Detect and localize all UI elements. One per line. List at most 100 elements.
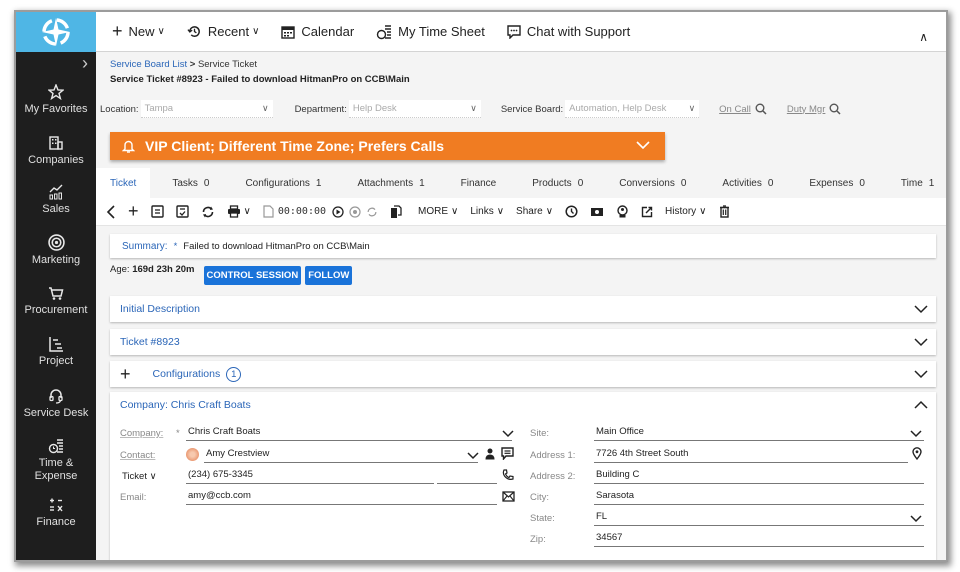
- envelope-icon[interactable]: [502, 491, 515, 502]
- sidebar-item-sales[interactable]: Sales: [16, 176, 96, 224]
- tab-label: Time: [900, 177, 923, 189]
- expense-button[interactable]: [590, 206, 604, 218]
- chevron-down-icon: ∨: [470, 103, 477, 113]
- chevron-down-icon[interactable]: [467, 452, 479, 460]
- sidebar-item-finance[interactable]: Finance: [16, 490, 96, 536]
- department-select[interactable]: Help Desk ∨: [348, 100, 481, 118]
- time-entry-icon[interactable]: [263, 205, 274, 218]
- copy-button[interactable]: [390, 204, 402, 219]
- sidebar-item-time-expense[interactable]: Time & Expense: [16, 430, 96, 490]
- email-field[interactable]: amy@ccb.com: [186, 489, 497, 505]
- history-menu-button[interactable]: History ∨: [665, 206, 706, 217]
- tab-time[interactable]: Time 1: [887, 168, 946, 198]
- sidebar-item-my-favorites[interactable]: My Favorites: [16, 74, 96, 126]
- follow-button[interactable]: FOLLOW: [305, 266, 353, 285]
- timer-start-button[interactable]: [332, 205, 344, 218]
- delete-button[interactable]: [719, 205, 730, 218]
- breadcrumb-service-board-list[interactable]: Service Board List: [110, 59, 187, 70]
- sidebar-item-label: Time & Expense: [34, 456, 78, 482]
- sidebar-item-marketing[interactable]: Marketing: [16, 224, 96, 276]
- add-configuration-icon[interactable]: +: [120, 364, 131, 385]
- sidebar-item-companies[interactable]: Companies: [16, 126, 96, 176]
- save-close-icon: [175, 205, 189, 218]
- sidebar-expand-button[interactable]: ›: [16, 52, 96, 74]
- chevron-down-icon[interactable]: [502, 430, 514, 438]
- configurations-panel-header[interactable]: + Configurations 1: [110, 361, 936, 387]
- ticket-panel-header[interactable]: Ticket #8923: [110, 329, 936, 355]
- chevron-down-icon: ∨: [545, 206, 554, 217]
- tab-conversions[interactable]: Conversions 0: [605, 168, 700, 198]
- tab-attachments[interactable]: Attachments 1: [343, 168, 438, 198]
- save-and-close-button[interactable]: [175, 205, 189, 218]
- schedule-button[interactable]: [565, 205, 578, 218]
- tab-products[interactable]: Products 0: [518, 168, 597, 198]
- summary-field[interactable]: Summary: * Failed to download HitmanPro …: [110, 234, 936, 258]
- back-button[interactable]: [106, 204, 116, 219]
- timer-reset-button[interactable]: [366, 206, 378, 218]
- tab-tasks[interactable]: Tasks 0: [158, 168, 223, 198]
- save-button[interactable]: [150, 205, 164, 218]
- company-panel-header[interactable]: Company: Chris Craft Boats: [110, 392, 936, 418]
- tab-label: Finance: [460, 177, 497, 189]
- person-icon[interactable]: [485, 448, 495, 460]
- contact-select[interactable]: Amy Crestview: [204, 447, 478, 463]
- tab-configurations[interactable]: Configurations 1: [231, 168, 335, 198]
- address1-field[interactable]: 7726 4th Street South: [594, 447, 908, 463]
- open-new-window-button[interactable]: [641, 206, 653, 218]
- location-select[interactable]: Tampa ∨: [140, 100, 273, 118]
- initial-description-header[interactable]: Initial Description: [110, 296, 936, 322]
- on-call-link[interactable]: On Call: [719, 103, 767, 115]
- city-field[interactable]: Sarasota: [594, 489, 924, 505]
- summary-label: Summary:: [122, 240, 168, 252]
- company-select[interactable]: Chris Craft Boats: [186, 425, 512, 441]
- recent-menu-button[interactable]: Recent ∨: [187, 24, 259, 39]
- ticket-age: Age: 169d 23h 20m CONTROL SESSION FOLLOW: [110, 264, 353, 285]
- plus-icon: +: [112, 21, 123, 41]
- refresh-button[interactable]: [201, 205, 215, 219]
- calculator-icon: [50, 498, 63, 512]
- duty-mgr-link[interactable]: Duty Mgr: [787, 103, 842, 115]
- chart-icon: [49, 184, 63, 200]
- tab-ticket[interactable]: Ticket: [96, 168, 151, 198]
- collapse-header-icon[interactable]: ∧: [919, 30, 928, 44]
- tab-label: Activities: [722, 177, 762, 189]
- service-board-select[interactable]: Automation, Help Desk ∨: [565, 100, 700, 118]
- remote-session-button[interactable]: [616, 205, 629, 218]
- more-menu-button[interactable]: MORE ∨: [418, 206, 458, 217]
- add-button[interactable]: +: [128, 201, 139, 222]
- control-session-button[interactable]: CONTROL SESSION: [203, 266, 302, 285]
- sidebar-item-procurement[interactable]: Procurement: [16, 276, 96, 326]
- phone-extension-field[interactable]: [437, 468, 497, 484]
- site-value: Main Office: [596, 426, 644, 437]
- tab-activities[interactable]: Activities 0: [708, 168, 787, 198]
- new-menu-button[interactable]: + New ∨: [112, 21, 165, 42]
- map-pin-icon[interactable]: [912, 447, 922, 460]
- print-button[interactable]: ∨: [227, 205, 251, 218]
- search-icon: [755, 103, 767, 115]
- logo[interactable]: [16, 12, 96, 52]
- phone-field[interactable]: (234) 675-3345: [186, 468, 434, 484]
- my-time-sheet-button[interactable]: My Time Sheet: [376, 24, 485, 40]
- chevron-down-icon[interactable]: [910, 515, 922, 523]
- timer-stop-button[interactable]: [349, 205, 361, 218]
- message-icon[interactable]: [501, 447, 514, 460]
- breadcrumb-separator: >: [189, 59, 196, 70]
- save-icon: [150, 205, 164, 218]
- links-menu-button[interactable]: Links ∨: [470, 206, 504, 217]
- tab-expenses[interactable]: Expenses 0: [795, 168, 878, 198]
- sidebar-item-project[interactable]: Project: [16, 326, 96, 378]
- sidebar-item-service-desk[interactable]: Service Desk: [16, 378, 96, 430]
- phone-icon[interactable]: [502, 469, 514, 481]
- zip-field[interactable]: 34567: [594, 531, 924, 547]
- calendar-button[interactable]: Calendar: [281, 24, 354, 39]
- chevron-down-icon[interactable]: [910, 430, 922, 438]
- share-menu-button[interactable]: Share ∨: [516, 206, 553, 217]
- address2-field[interactable]: Building C: [594, 468, 924, 484]
- state-select[interactable]: FL: [594, 510, 924, 526]
- chat-with-support-button[interactable]: Chat with Support: [507, 24, 630, 39]
- phone-type-select[interactable]: Ticket ∨: [122, 471, 157, 482]
- client-alert-banner[interactable]: VIP Client; Different Time Zone; Prefers…: [110, 132, 665, 160]
- site-select[interactable]: Main Office: [594, 425, 924, 441]
- tab-finance[interactable]: Finance: [447, 168, 511, 198]
- chevron-down-icon[interactable]: [635, 138, 651, 152]
